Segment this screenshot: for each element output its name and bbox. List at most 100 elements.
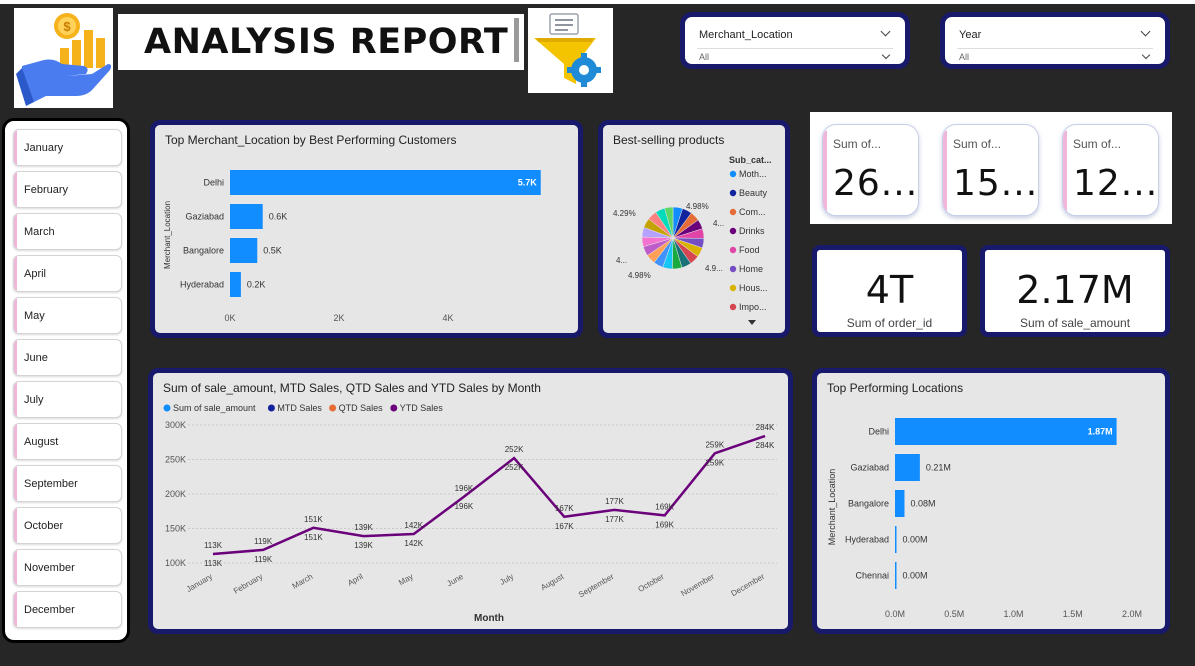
bar	[895, 490, 905, 517]
month-button-november[interactable]: November	[13, 549, 122, 586]
data-label: 113K	[204, 559, 223, 568]
legend-marker	[729, 265, 737, 273]
x-tick-label: March	[291, 572, 315, 591]
x-tick-label: 0K	[224, 313, 235, 323]
category-label: Gaziabad	[185, 212, 224, 222]
kpi-order-count-card[interactable]: 4T Sum of order_id	[812, 245, 967, 337]
legend-item: Beauty	[739, 188, 768, 198]
x-tick-label: 2K	[334, 313, 345, 323]
bar	[895, 562, 897, 589]
month-button-january[interactable]: January	[13, 129, 122, 166]
x-tick-label: August	[539, 572, 566, 593]
data-label: 0.08M	[910, 499, 935, 509]
slicer-divider	[957, 48, 1153, 49]
data-label: 259K	[705, 458, 724, 467]
top-merchant-bar-chart: Delhi 5.7K Gaziabad 0.6K Bangalore 0.5K Hydera…	[163, 170, 541, 323]
top-band	[0, 0, 1195, 4]
x-tick-label: April	[346, 572, 365, 588]
kpi-card-2[interactable]: Sum of... 15...	[942, 124, 1039, 216]
bar	[230, 238, 258, 263]
chevron-down-icon[interactable]	[1140, 26, 1151, 37]
y-tick-label: 150K	[165, 524, 186, 534]
category-label: Chennai	[855, 571, 889, 581]
report-title-box: ANALYSIS REPORT	[118, 14, 524, 70]
category-label: Hyderabad	[845, 535, 889, 545]
y-tick-label: 200K	[165, 489, 186, 499]
month-slicer-panel: January February March April May June Ju…	[2, 118, 130, 643]
slicer-divider	[697, 48, 893, 49]
x-tick-label: 1.0M	[1003, 609, 1023, 619]
bar	[230, 272, 241, 297]
data-label: 169K	[655, 520, 674, 529]
kpi-value: 26...	[833, 163, 919, 204]
legend-scroll-icon	[748, 320, 756, 325]
x-tick-label: September	[577, 572, 616, 600]
month-button-february[interactable]: February	[13, 171, 122, 208]
chevron-down-icon[interactable]	[1141, 50, 1151, 60]
month-button-july[interactable]: July	[13, 381, 122, 418]
legend-item: QTD Sales	[339, 403, 384, 413]
x-tick-label: 4K	[443, 313, 454, 323]
category-label: Gaziabad	[850, 463, 889, 473]
category-label: Hyderabad	[180, 280, 224, 290]
legend-item: Home	[739, 264, 763, 274]
x-axis-title: Month	[474, 613, 504, 624]
data-label: 142K	[404, 521, 423, 530]
data-label: 167K	[555, 522, 574, 531]
month-button-august[interactable]: August	[13, 423, 122, 460]
merchant-slicer-value[interactable]: All	[699, 52, 709, 62]
kpi-card-1[interactable]: Sum of... 26...	[822, 124, 919, 216]
month-button-december[interactable]: December	[13, 591, 122, 628]
filter-icon-box[interactable]	[528, 8, 613, 93]
legend-item: Sum of sale_amount	[173, 403, 256, 413]
bar	[895, 454, 920, 481]
data-label: 4.98%	[628, 271, 651, 280]
data-label: 4...	[616, 256, 627, 265]
data-label: 5.7K	[518, 178, 538, 188]
data-label: 0.6K	[269, 212, 288, 222]
month-button-may[interactable]: May	[13, 297, 122, 334]
data-label: 139K	[354, 523, 373, 532]
category-label: Bangalore	[848, 499, 889, 509]
series-line	[212, 434, 766, 556]
year-slicer[interactable]: Year All	[940, 12, 1170, 69]
merchant-location-slicer[interactable]: Merchant_Location All	[680, 12, 910, 69]
data-label: 0.00M	[903, 535, 928, 545]
data-label: 177K	[605, 515, 624, 524]
data-label: 0.5K	[263, 246, 282, 256]
bar	[895, 526, 897, 553]
year-slicer-value[interactable]: All	[959, 52, 969, 62]
data-label: 142K	[404, 539, 423, 548]
legend-marker	[390, 404, 398, 412]
money-hand-icon: $	[16, 13, 112, 106]
year-slicer-title: Year	[959, 29, 982, 41]
kpi-value: 2.17M	[1016, 268, 1134, 312]
best-selling-products-card: Best-selling products 4.98% 4... 4.9... 4.9…	[598, 120, 790, 338]
data-label: 169K	[655, 502, 674, 511]
month-button-march[interactable]: March	[13, 213, 122, 250]
data-label: 284K	[756, 441, 775, 450]
month-button-june[interactable]: June	[13, 339, 122, 376]
x-tick-label: May	[397, 572, 415, 587]
report-logo: $	[14, 8, 113, 108]
month-button-april[interactable]: April	[13, 255, 122, 292]
chevron-down-icon[interactable]	[881, 50, 891, 60]
data-label: 177K	[605, 497, 624, 506]
bar	[230, 170, 541, 195]
month-button-october[interactable]: October	[13, 507, 122, 544]
chevron-down-icon[interactable]	[880, 26, 891, 37]
data-label: 1.87M	[1088, 427, 1113, 437]
data-label: 4.29%	[613, 209, 636, 218]
kpi-sales-amount-card[interactable]: 2.17M Sum of sale_amount	[980, 245, 1170, 337]
legend-marker	[329, 404, 337, 412]
x-tick-label: November	[679, 572, 716, 598]
data-label: 284K	[756, 423, 775, 432]
data-label: 196K	[455, 502, 474, 511]
legend-item: Com...	[739, 207, 766, 217]
month-button-september[interactable]: September	[13, 465, 122, 502]
data-label: 259K	[705, 440, 724, 449]
legend-item: Food	[739, 245, 760, 255]
x-tick-label: 0.5M	[944, 609, 964, 619]
bar	[230, 204, 263, 229]
kpi-card-3[interactable]: Sum of... 12...	[1062, 124, 1159, 216]
